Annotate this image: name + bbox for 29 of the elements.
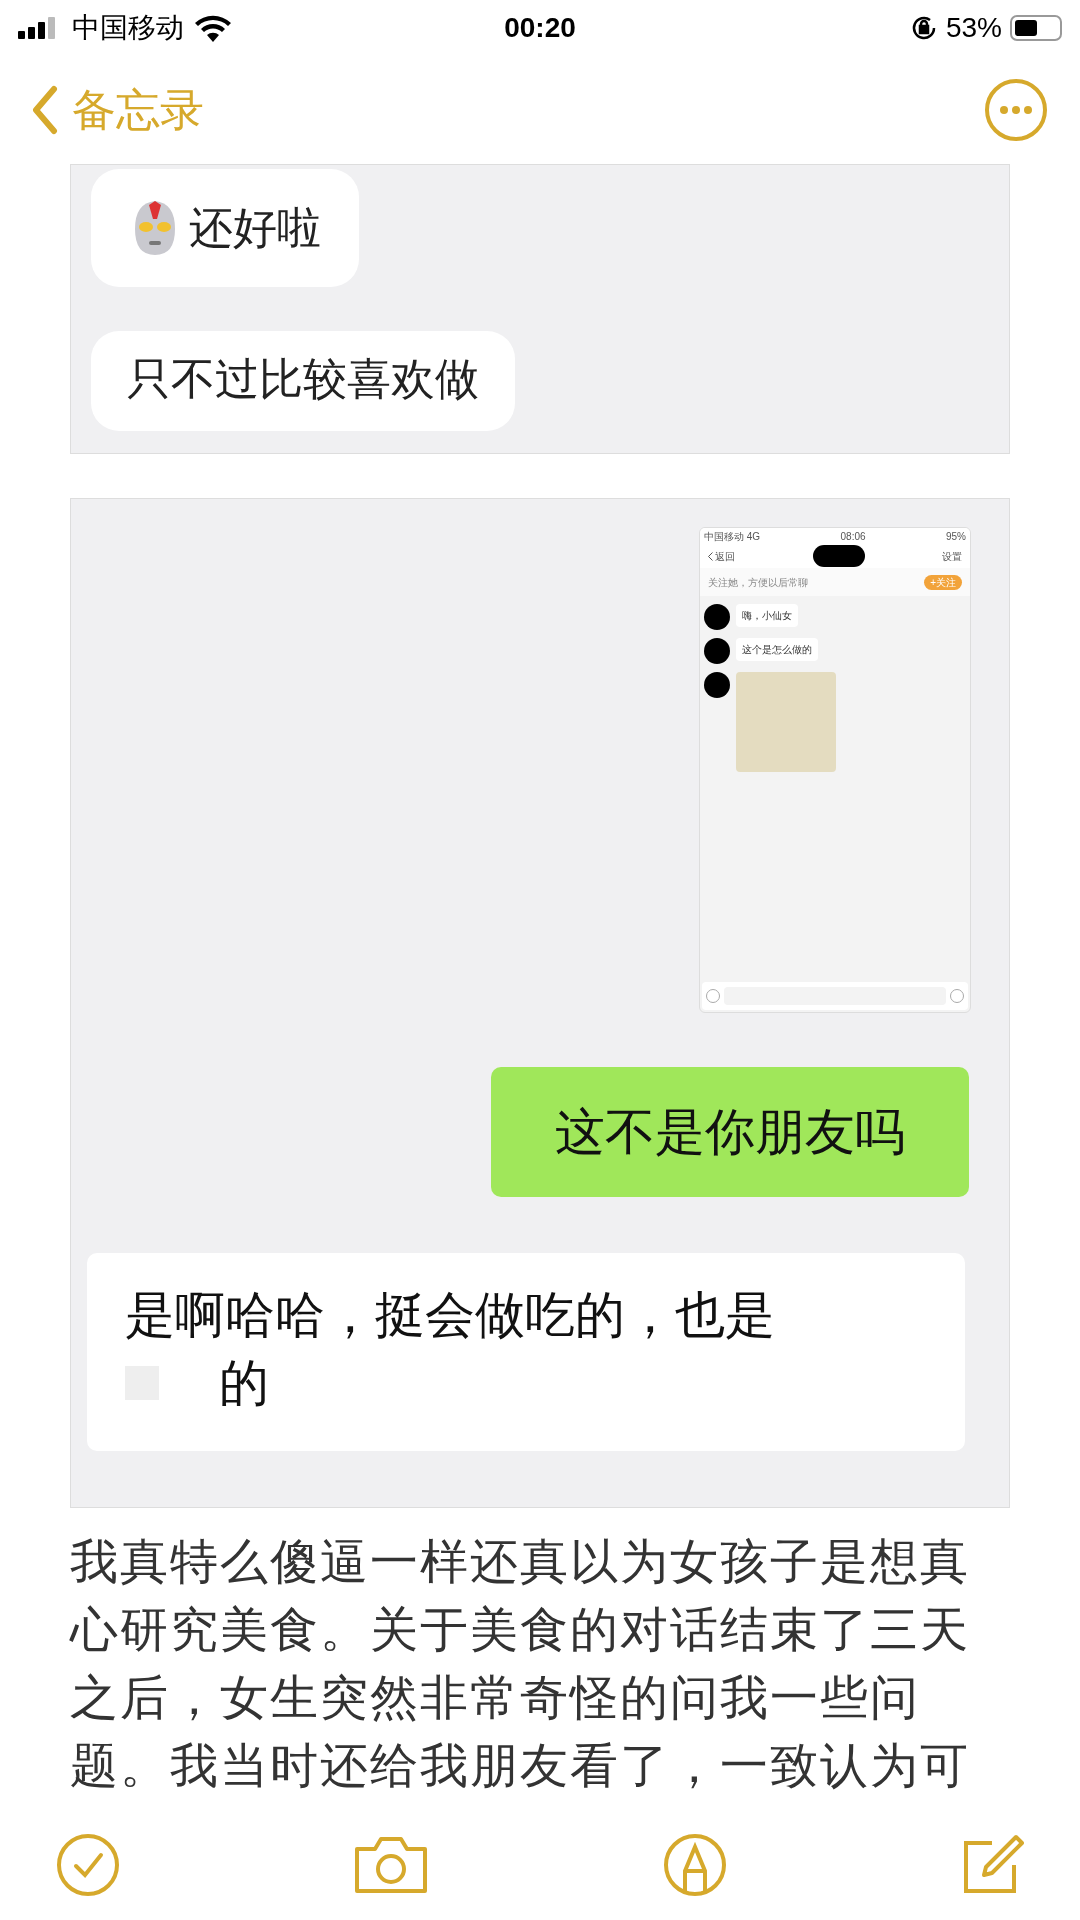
- back-link[interactable]: 返回: [708, 548, 735, 564]
- follow-hint: 关注她，方便以后常聊: [708, 575, 808, 590]
- carrier-label: 中国移动: [72, 11, 184, 45]
- message-text: 只不过比较喜欢做: [127, 353, 479, 405]
- clock: 00:20: [503, 11, 577, 45]
- redaction-blot: [704, 604, 730, 630]
- message-text: 还好啦: [189, 202, 321, 254]
- battery-percent: 53%: [945, 11, 1002, 45]
- wifi-icon: [194, 14, 232, 42]
- message-text: 的: [219, 1354, 269, 1413]
- camera-icon[interactable]: [353, 1835, 430, 1895]
- battery-percent: 95%: [945, 529, 966, 544]
- redaction-blot: [704, 638, 730, 664]
- checkmark-circle-icon[interactable]: [56, 1833, 120, 1897]
- message-text: 这个是怎么做的: [736, 638, 818, 661]
- battery-icon: [1010, 15, 1062, 41]
- message-text: 这不是你朋友吗: [555, 1102, 905, 1162]
- redaction-blot: [812, 545, 865, 567]
- carrier-label: 中国移动 4G: [704, 529, 761, 544]
- pen-tip-circle-icon[interactable]: [662, 1833, 727, 1897]
- settings-link[interactable]: 设置: [942, 548, 962, 564]
- back-chevron-icon: [32, 85, 58, 135]
- more-icon[interactable]: [984, 78, 1048, 142]
- message-text: 是啊哈哈，挺会做吃的，也是: [125, 1286, 776, 1345]
- redaction-blot: [704, 672, 730, 698]
- message-text: 嗨，小仙女: [736, 604, 798, 627]
- note-paragraph: 我真特么傻逼一样还真以为女孩子是想真心研究美食。关于美食的对话结束了三天之后，女生突然非常奇怪的问我一些问题。我当时还给我朋友看了，一致认为可: [70, 1534, 971, 1794]
- clock: 08:06: [840, 529, 866, 544]
- back-chevron-icon: [708, 551, 713, 561]
